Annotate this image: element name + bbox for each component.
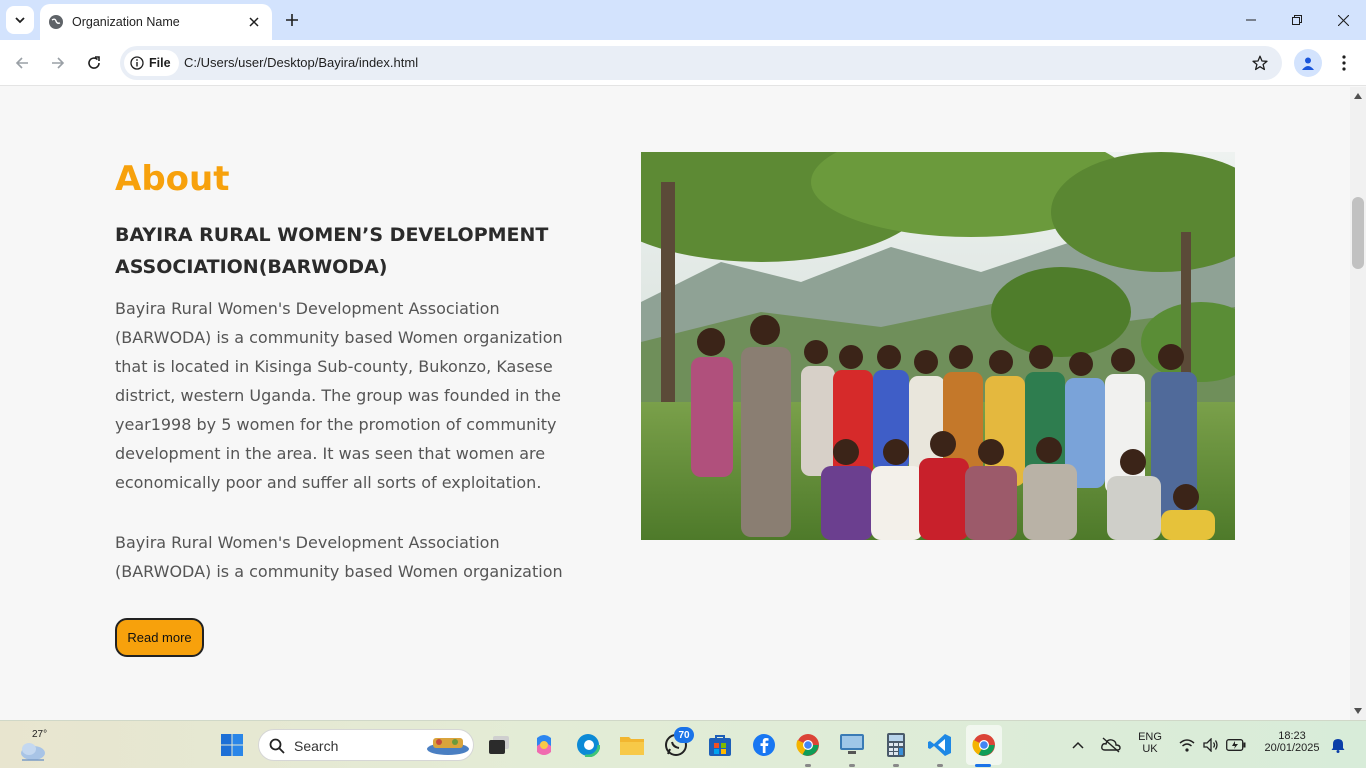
battery-charging-icon[interactable] xyxy=(1224,729,1248,761)
whatsapp-notification-badge: 70 xyxy=(674,727,694,743)
chrome-icon[interactable] xyxy=(792,729,824,761)
new-tab-button[interactable] xyxy=(280,8,304,32)
reload-button[interactable] xyxy=(80,49,108,77)
scrollbar-thumb[interactable] xyxy=(1352,197,1364,269)
search-highlight-icon xyxy=(427,738,469,755)
wifi-icon[interactable] xyxy=(1176,729,1198,761)
show-hidden-icons-chevron-icon[interactable] xyxy=(1066,729,1090,761)
page-scrollbar[interactable] xyxy=(1350,87,1366,720)
tab-search-button[interactable] xyxy=(6,6,34,34)
search-label: Search xyxy=(294,738,339,754)
forward-button[interactable] xyxy=(44,49,72,77)
copilot-icon[interactable] xyxy=(528,729,560,761)
arrow-left-icon xyxy=(15,57,28,69)
scroll-down-arrow-icon[interactable] xyxy=(1350,704,1366,718)
browser-menu-button[interactable] xyxy=(1330,49,1358,77)
tab-title: Organization Name xyxy=(72,15,180,29)
browser-tab[interactable]: Organization Name xyxy=(40,4,272,40)
calculator-icon[interactable] xyxy=(880,729,912,761)
profile-button[interactable] xyxy=(1294,49,1322,77)
about-paragraph: Bayira Rural Women's Development Associa… xyxy=(115,299,563,492)
temperature-label: 27° xyxy=(32,729,48,740)
group-photo xyxy=(641,152,1235,540)
restore-button[interactable] xyxy=(1274,0,1320,40)
section-title: About xyxy=(115,159,230,199)
minimize-button[interactable] xyxy=(1228,0,1274,40)
about-paragraph-secondary: Bayira Rural Women's Development Associa… xyxy=(115,533,563,581)
running-indicator xyxy=(805,764,811,767)
weather-cloud-icon xyxy=(21,743,45,761)
windows-logo-icon xyxy=(221,734,243,756)
bookmark-star-button[interactable] xyxy=(1250,53,1270,73)
close-window-button[interactable] xyxy=(1320,0,1366,40)
plus-icon xyxy=(286,14,298,26)
facebook-icon[interactable] xyxy=(748,729,780,761)
volume-icon[interactable] xyxy=(1200,729,1222,761)
page-viewport: About BAYIRA RURAL WOMEN’S DEVELOPMENT A… xyxy=(0,87,1350,720)
organization-heading: BAYIRA RURAL WOMEN’S DEVELOPMENT ASSOCIA… xyxy=(115,224,549,278)
language-code: ENG xyxy=(1138,731,1162,743)
back-button[interactable] xyxy=(8,49,36,77)
clock[interactable]: 18:23 20/01/2025 xyxy=(1252,730,1332,754)
info-icon xyxy=(130,56,144,70)
chevron-down-icon xyxy=(15,17,25,24)
more-vertical-icon xyxy=(1342,55,1346,71)
clock-date: 20/01/2025 xyxy=(1264,742,1320,754)
start-button[interactable] xyxy=(216,729,248,761)
globe-icon xyxy=(49,15,63,29)
site-info-chip[interactable]: File xyxy=(124,50,179,76)
vscode-icon[interactable] xyxy=(924,729,956,761)
running-indicator xyxy=(893,764,899,767)
close-tab-icon[interactable] xyxy=(242,10,266,34)
windows-taskbar: 27° Search 70 ENG UK 18:23 20/01/2025 xyxy=(0,720,1366,768)
clock-time: 18:23 xyxy=(1278,730,1306,742)
tab-bar: Organization Name xyxy=(0,0,1366,40)
running-indicator xyxy=(937,764,943,767)
edge-icon[interactable] xyxy=(572,729,604,761)
person-icon xyxy=(1302,57,1314,70)
onedrive-offline-icon[interactable] xyxy=(1098,729,1124,761)
weather-widget[interactable]: 27° xyxy=(18,729,58,761)
scroll-up-arrow-icon[interactable] xyxy=(1350,89,1366,103)
minimize-icon xyxy=(1246,19,1256,21)
restore-icon xyxy=(1292,15,1302,25)
read-more-button[interactable]: Read more xyxy=(115,618,204,657)
search-icon xyxy=(269,738,285,754)
running-indicator xyxy=(849,764,855,767)
arrow-right-icon xyxy=(52,57,65,69)
chrome-active-icon[interactable] xyxy=(968,729,1000,761)
star-icon xyxy=(1252,55,1268,71)
task-view-icon[interactable] xyxy=(483,729,515,761)
file-explorer-icon[interactable] xyxy=(616,729,648,761)
remote-desktop-icon[interactable] xyxy=(836,729,868,761)
keyboard-layout: UK xyxy=(1142,743,1158,755)
microsoft-store-icon[interactable] xyxy=(704,729,736,761)
language-indicator[interactable]: ENG UK xyxy=(1132,731,1168,755)
close-icon xyxy=(1337,14,1349,26)
browser-toolbar: File C:/Users/user/Desktop/Bayira/index.… xyxy=(0,40,1366,86)
notification-bell-icon[interactable] xyxy=(1328,729,1348,761)
file-scheme-label: File xyxy=(149,56,171,70)
reload-icon xyxy=(88,56,100,69)
active-app-indicator xyxy=(975,764,991,767)
address-bar[interactable]: File C:/Users/user/Desktop/Bayira/index.… xyxy=(120,46,1282,80)
taskbar-search-box[interactable]: Search xyxy=(258,729,474,761)
url-text[interactable]: C:/Users/user/Desktop/Bayira/index.html xyxy=(184,55,418,70)
